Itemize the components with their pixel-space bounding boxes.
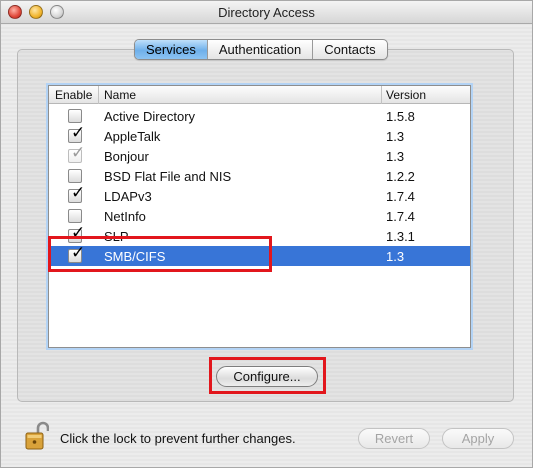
service-name: BSD Flat File and NIS — [104, 169, 232, 184]
service-name: Bonjour — [104, 149, 149, 164]
service-version: 1.3 — [386, 129, 405, 144]
lock-status-text: Click the lock to prevent further change… — [60, 431, 296, 446]
checkmark-icon: ✓ — [71, 243, 86, 262]
checkmark-icon: ✓ — [71, 183, 86, 202]
checkmark-icon: ✓ — [71, 123, 86, 142]
service-version: 1.3 — [386, 249, 405, 264]
table-row[interactable]: ✓ SLP 1.3.1 — [49, 224, 470, 246]
service-name: Active Directory — [104, 109, 196, 124]
enable-checkbox[interactable] — [68, 169, 82, 183]
enable-checkbox[interactable]: ✓ — [68, 224, 85, 243]
service-version: 1.3 — [386, 149, 405, 164]
table-header: Enable Name Version — [49, 86, 470, 104]
table-row[interactable]: NetInfo 1.7.4 — [49, 206, 470, 226]
enable-checkbox[interactable]: ✓ — [68, 244, 85, 263]
configure-button[interactable]: Configure... — [216, 366, 318, 387]
column-header-enable[interactable]: Enable — [55, 88, 92, 102]
table-row[interactable]: ✓ AppleTalk 1.3 — [49, 124, 470, 146]
service-name: SMB/CIFS — [104, 249, 166, 264]
checkmark-icon: ✓ — [71, 223, 86, 242]
title-bar[interactable]: Directory Access — [1, 1, 532, 24]
column-header-name[interactable]: Name — [104, 88, 136, 102]
enable-checkbox[interactable]: ✓ — [68, 184, 85, 203]
enable-checkbox[interactable] — [68, 109, 82, 123]
enable-checkbox[interactable]: ✓ — [68, 124, 85, 143]
service-version: 1.3.1 — [386, 229, 415, 244]
tab-contacts[interactable]: Contacts — [312, 40, 386, 59]
service-version: 1.5.8 — [386, 109, 415, 124]
tab-authentication[interactable]: Authentication — [206, 40, 312, 59]
directory-access-window: Directory Access Services Authentication… — [0, 0, 533, 468]
table-row[interactable]: ✓ LDAPv3 1.7.4 — [49, 184, 470, 206]
apply-button[interactable]: Apply — [442, 428, 514, 449]
service-name: SLP — [104, 229, 129, 244]
service-name: AppleTalk — [104, 129, 161, 144]
column-header-version[interactable]: Version — [386, 88, 426, 102]
service-name: NetInfo — [104, 209, 146, 224]
window-title: Directory Access — [218, 5, 315, 20]
table-row[interactable]: ✓ SMB/CIFS 1.3 — [49, 244, 470, 266]
service-version: 1.7.4 — [386, 189, 415, 204]
revert-button[interactable]: Revert — [358, 428, 430, 449]
unlocked-padlock-icon[interactable] — [25, 421, 49, 451]
table-row[interactable]: Active Directory 1.5.8 — [49, 106, 470, 126]
table-row[interactable]: BSD Flat File and NIS 1.2.2 — [49, 166, 470, 186]
enable-checkbox[interactable] — [68, 209, 82, 223]
service-version: 1.2.2 — [386, 169, 415, 184]
service-name: LDAPv3 — [104, 189, 152, 204]
table-row[interactable]: ✓ Bonjour 1.3 — [49, 144, 470, 166]
checkmark-icon: ✓ — [71, 143, 86, 162]
tab-bar: Services Authentication Contacts — [134, 39, 388, 60]
service-version: 1.7.4 — [386, 209, 415, 224]
enable-checkbox[interactable]: ✓ — [68, 144, 85, 163]
services-table: Enable Name Version Active Directory 1.5.… — [48, 85, 471, 348]
tab-services[interactable]: Services — [135, 40, 207, 59]
